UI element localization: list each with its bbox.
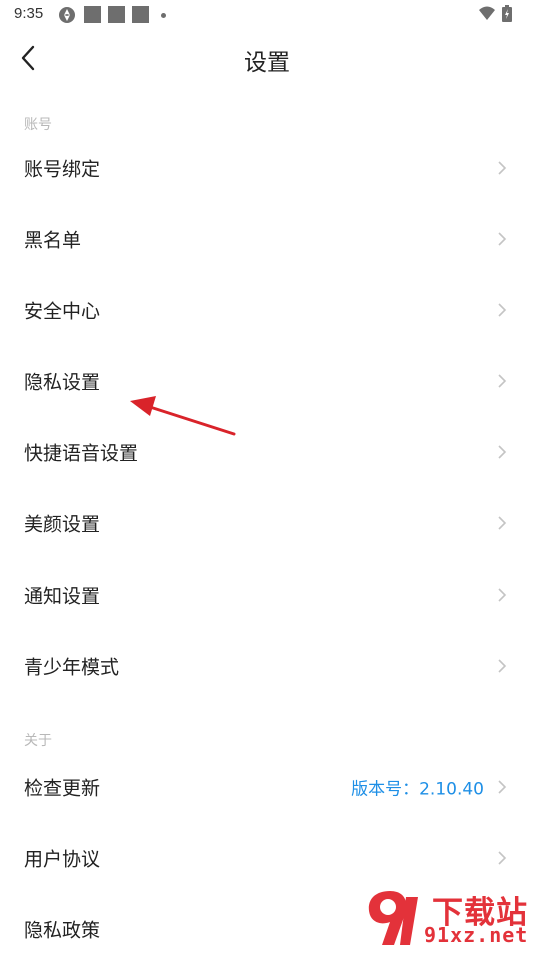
notification-icon bbox=[108, 6, 125, 23]
chevron-right-icon bbox=[498, 161, 507, 175]
notification-icon bbox=[84, 6, 101, 23]
settings-item-label: 账号绑定 bbox=[24, 158, 101, 181]
settings-item-quick-voice[interactable]: 快捷语音设置 bbox=[0, 417, 534, 487]
status-right-icons bbox=[478, 5, 518, 23]
notification-icon bbox=[132, 6, 149, 23]
settings-item-blacklist[interactable]: 黑名单 bbox=[0, 204, 534, 274]
battery-icon bbox=[502, 5, 512, 22]
status-time: 9:35 bbox=[14, 5, 44, 22]
chevron-right-icon bbox=[498, 374, 507, 388]
chevron-right-icon bbox=[498, 588, 507, 602]
settings-item-security-center[interactable]: 安全中心 bbox=[0, 275, 534, 345]
settings-item-label: 隐私设置 bbox=[24, 371, 101, 394]
section-label-account: 账号 bbox=[24, 117, 52, 133]
chevron-right-icon bbox=[498, 516, 507, 530]
status-bar: 9:35 bbox=[0, 0, 534, 28]
settings-item-account-binding[interactable]: 账号绑定 bbox=[0, 133, 534, 203]
settings-item-label: 隐私政策 bbox=[24, 919, 101, 942]
settings-item-label: 用户协议 bbox=[24, 848, 101, 871]
settings-item-privacy-settings[interactable]: 隐私设置 bbox=[0, 346, 534, 416]
settings-item-check-update[interactable]: 检查更新 版本号：2.10.40 bbox=[0, 752, 534, 822]
settings-item-label: 通知设置 bbox=[24, 585, 101, 608]
sync-icon bbox=[59, 7, 75, 23]
wifi-icon bbox=[479, 6, 495, 20]
version-value: 版本号：2.10.40 bbox=[351, 779, 484, 800]
settings-item-user-agreement[interactable]: 用户协议 bbox=[0, 823, 534, 893]
page-title: 设置 bbox=[244, 50, 290, 76]
settings-item-label: 安全中心 bbox=[24, 300, 101, 323]
watermark-logo: 下载站 91xz.net bbox=[362, 885, 534, 950]
chevron-right-icon bbox=[498, 659, 507, 673]
chevron-right-icon bbox=[498, 303, 507, 317]
chevron-right-icon bbox=[498, 232, 507, 246]
more-notifications-icon bbox=[161, 13, 166, 18]
settings-item-label: 快捷语音设置 bbox=[24, 442, 139, 465]
settings-item-teen-mode[interactable]: 青少年模式 bbox=[0, 631, 534, 701]
settings-item-notifications[interactable]: 通知设置 bbox=[0, 560, 534, 630]
chevron-right-icon bbox=[498, 780, 507, 794]
settings-item-label: 检查更新 bbox=[24, 777, 101, 800]
app-header: 设置 bbox=[0, 28, 534, 92]
section-label-about: 关于 bbox=[24, 733, 52, 749]
chevron-right-icon bbox=[498, 445, 507, 459]
settings-item-label: 美颜设置 bbox=[24, 513, 101, 536]
chevron-right-icon bbox=[498, 851, 507, 865]
settings-item-beauty[interactable]: 美颜设置 bbox=[0, 488, 534, 558]
watermark-emblem-icon bbox=[368, 891, 418, 945]
settings-item-label: 黑名单 bbox=[24, 229, 82, 252]
watermark-domain: 91xz.net bbox=[424, 923, 529, 947]
settings-item-label: 青少年模式 bbox=[24, 656, 120, 679]
